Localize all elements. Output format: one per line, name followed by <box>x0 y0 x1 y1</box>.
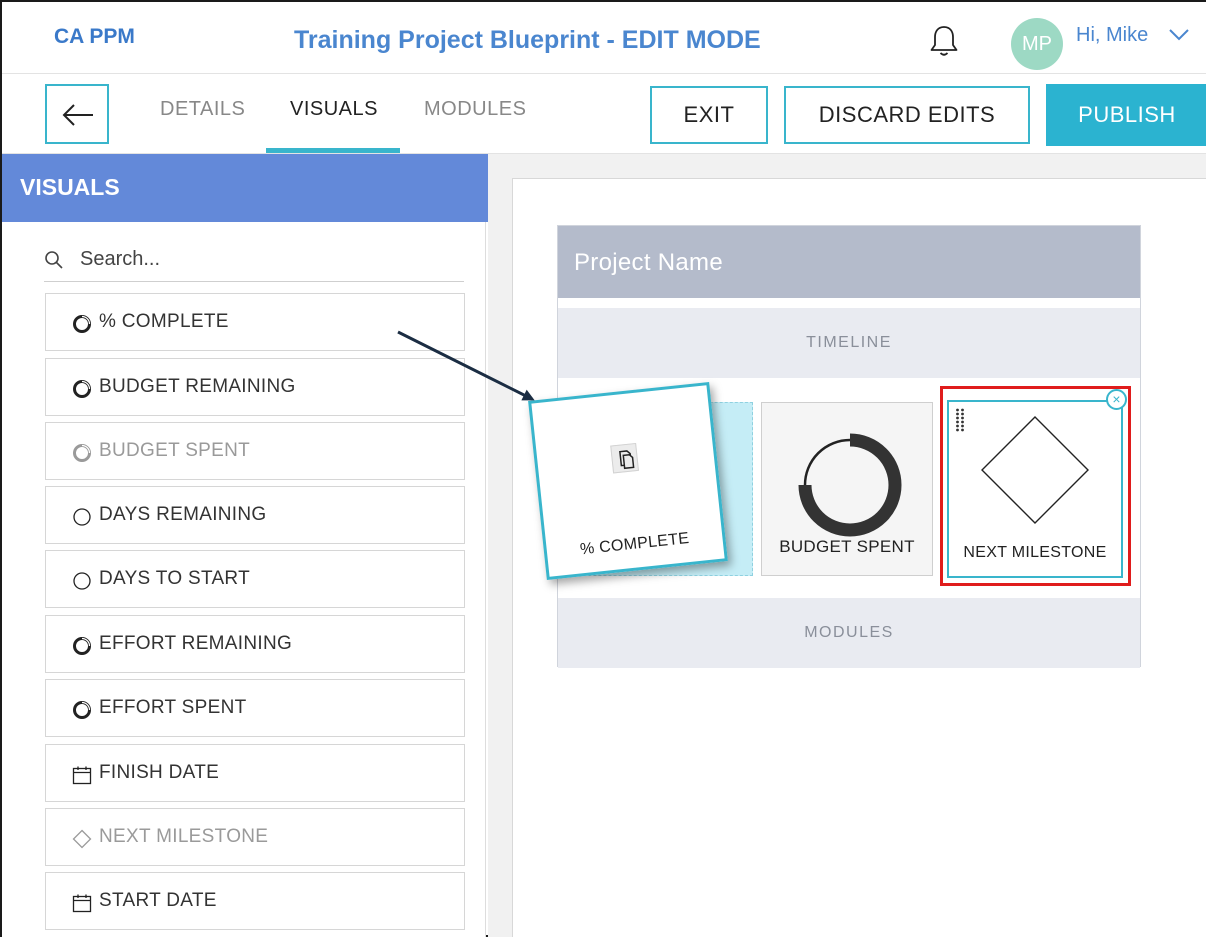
tab-modules[interactable]: MODULES <box>424 98 526 121</box>
search-icon <box>45 251 63 269</box>
chevron-down-icon[interactable] <box>1168 28 1190 42</box>
visual-item-label: NEXT MILESTONE <box>99 826 269 847</box>
visual-item-label: DAYS TO START <box>99 568 251 589</box>
ring-icon <box>73 444 91 462</box>
notifications-bell-icon[interactable] <box>928 24 960 58</box>
dragging-visual-card[interactable]: % COMPLETE <box>528 381 728 581</box>
visual-item-budget-spent: BUDGET SPENT <box>45 422 465 480</box>
visual-item-effort-remaining[interactable]: EFFORT REMAINING <box>45 615 465 673</box>
publish-button[interactable]: PUBLISH <box>1046 84 1206 146</box>
calendar-icon <box>72 766 92 785</box>
visual-item-budget-remaining[interactable]: BUDGET REMAINING <box>45 358 465 416</box>
calendar-icon <box>72 894 92 913</box>
visual-item-label: START DATE <box>99 890 217 911</box>
user-greeting[interactable]: Hi, Mike <box>1076 24 1148 47</box>
visual-item-label: DAYS REMAINING <box>99 504 267 525</box>
circle-icon <box>73 572 91 590</box>
visual-item-start-date[interactable]: START DATE <box>45 872 465 930</box>
visual-item-effort-spent[interactable]: EFFORT SPENT <box>45 679 465 737</box>
back-button[interactable] <box>45 84 109 144</box>
visual-item-days-to-start[interactable]: DAYS TO START <box>45 550 465 608</box>
remove-tile-button[interactable]: × <box>1106 389 1127 410</box>
arrow-left-icon <box>62 104 93 126</box>
sidebar-title: VISUALS <box>2 154 488 222</box>
visual-tile-next-milestone[interactable]: NEXT MILESTONE <box>947 400 1123 578</box>
visual-item-label: EFFORT REMAINING <box>99 633 293 654</box>
tab-visuals[interactable]: VISUALS <box>290 98 378 121</box>
visual-item-percent-complete[interactable]: % COMPLETE <box>45 293 465 351</box>
brand-logo[interactable]: CA PPM <box>54 25 135 49</box>
visual-item-next-milestone: NEXT MILESTONE <box>45 808 465 866</box>
milestone-diamond-icon <box>981 416 1089 524</box>
discard-edits-button[interactable]: DISCARD EDITS <box>784 86 1030 144</box>
budget-ring-icon <box>798 433 902 537</box>
search-input[interactable] <box>80 244 450 274</box>
search-box <box>44 240 464 282</box>
tab-bar: DETAILS VISUALS MODULES EXIT DISCARD EDI… <box>2 74 1206 154</box>
timeline-section[interactable]: TIMELINE <box>558 308 1140 378</box>
ring-icon <box>73 315 91 333</box>
modules-section[interactable]: MODULES <box>558 598 1140 668</box>
project-name-header[interactable]: Project Name <box>558 226 1140 298</box>
visual-item-label: % COMPLETE <box>99 311 229 332</box>
exit-button[interactable]: EXIT <box>650 86 768 144</box>
visual-item-label: FINISH DATE <box>99 762 220 783</box>
visual-item-finish-date[interactable]: FINISH DATE <box>45 744 465 802</box>
visual-item-label: EFFORT SPENT <box>99 697 247 718</box>
tile-label: NEXT MILESTONE <box>963 544 1107 561</box>
visual-tile-budget-spent[interactable]: BUDGET SPENT <box>761 402 933 576</box>
diamond-icon <box>72 829 92 849</box>
ring-icon <box>73 637 91 655</box>
page-title: Training Project Blueprint - EDIT MODE <box>294 26 761 54</box>
active-tab-indicator <box>266 148 400 153</box>
visual-item-days-remaining[interactable]: DAYS REMAINING <box>45 486 465 544</box>
drag-handle-icon[interactable] <box>955 408 965 432</box>
visuals-sidebar: VISUALS % COMPLETE BUDGET REMAINING BUDG… <box>2 154 488 937</box>
visual-item-label: BUDGET REMAINING <box>99 376 296 397</box>
tile-label: BUDGET SPENT <box>779 537 915 556</box>
ring-icon <box>73 701 91 719</box>
ring-icon <box>73 380 91 398</box>
tab-details[interactable]: DETAILS <box>160 98 245 121</box>
app-header: CA PPM Training Project Blueprint - EDIT… <box>2 2 1206 74</box>
visual-item-label: BUDGET SPENT <box>99 440 251 461</box>
circle-icon <box>73 508 91 526</box>
tile-label: % COMPLETE <box>579 529 691 559</box>
user-avatar[interactable]: MP <box>1011 18 1063 70</box>
copy-icon <box>610 442 639 474</box>
